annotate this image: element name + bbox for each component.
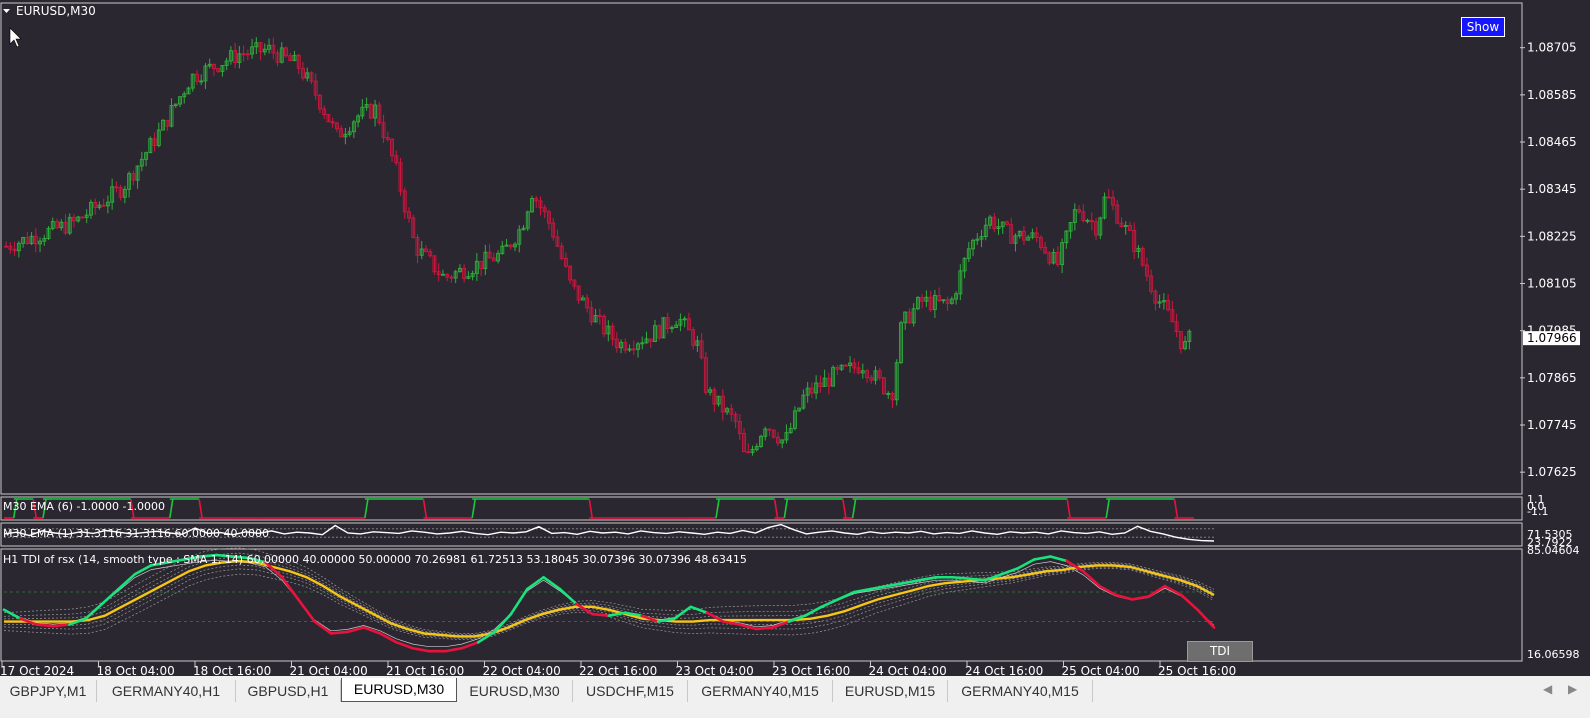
tdi-rsx-segment (591, 612, 611, 617)
time-tick-label: 21 Oct 16:00 (386, 664, 464, 676)
tab-gbpjpy-m1[interactable]: GBPJPY,M1 (0, 680, 97, 702)
time-tick-label: 24 Oct 16:00 (965, 664, 1043, 676)
chart-title: EURUSD,M30 (16, 4, 96, 18)
time-tick-label: 21 Oct 04:00 (290, 664, 368, 676)
tab-gbpusd-h1[interactable]: GBPUSD,H1 (236, 680, 341, 702)
price-tick-label: 1.07865 (1527, 371, 1577, 385)
ema6-tick-label: -1.1 (1527, 505, 1548, 518)
tab-germany40-h1[interactable]: GERMANY40,H1 (97, 680, 236, 702)
tdi-rsx-segment (35, 623, 55, 628)
tdi-tick-label: 85.04604 (1527, 544, 1580, 557)
price-tick-label: 1.08465 (1527, 135, 1577, 149)
tab-eurusd-m15[interactable]: EURUSD,M15 (833, 680, 948, 702)
time-tick-label: 24 Oct 04:00 (869, 664, 947, 676)
time-tick-label: 22 Oct 16:00 (579, 664, 657, 676)
tab-eurusd-m30[interactable]: EURUSD,M30 (457, 680, 573, 702)
current-price-label: 1.07966 (1527, 331, 1577, 345)
tdi-rsx-segment (329, 630, 349, 635)
time-tick-label: 17 Oct 2024 (0, 664, 74, 676)
tdi-button[interactable]: TDI (1187, 641, 1253, 662)
time-tick-label: 25 Oct 04:00 (1062, 664, 1140, 676)
show-button[interactable]: Show (1461, 17, 1505, 37)
tab-germany40-m15-2[interactable]: GERMANY40,M15 (948, 680, 1093, 702)
time-tick-label: 18 Oct 16:00 (193, 664, 271, 676)
time-tick-label: 18 Oct 04:00 (97, 664, 175, 676)
ema6-title: M30 EMA (6) -1.0000 -1.0000 (3, 500, 165, 513)
tab-scroll-right-icon[interactable]: ▶ (1568, 682, 1577, 696)
price-tick-label: 1.08585 (1527, 88, 1577, 102)
tdi-rsx-segment (951, 575, 971, 581)
tdi-rsx-segment (51, 623, 71, 628)
price-tick-label: 1.08705 (1527, 41, 1577, 55)
time-tick-label: 23 Oct 04:00 (676, 664, 754, 676)
tab-usdchf-m15[interactable]: USDCHF,M15 (573, 680, 688, 702)
time-tick-label: 22 Oct 04:00 (483, 664, 561, 676)
price-tick-label: 1.08225 (1527, 229, 1577, 243)
ema1-title: M30 EMA (1) 31.3116 31.3116 60.0000 40.0… (3, 527, 269, 540)
tab-scroll-left-icon[interactable]: ◀ (1543, 682, 1552, 696)
price-tick-label: 1.07625 (1527, 465, 1577, 479)
tdi-rsx-segment (754, 626, 774, 631)
tdi-title: H1 TDI of rsx (14, smooth type : SMA 1, … (3, 553, 747, 566)
chart-area[interactable]: 1.08705 1.08585 1.08465 1.08345 1.08225 1.081… (0, 0, 1590, 676)
tdi-tick-label: 16.06598 (1527, 648, 1580, 661)
time-tick-label: 25 Oct 16:00 (1158, 664, 1236, 676)
time-tick-label: 23 Oct 16:00 (772, 664, 850, 676)
price-tick-label: 1.08105 (1527, 277, 1577, 291)
tdi-rsx-segment (967, 577, 987, 582)
price-tick-label: 1.08345 (1527, 182, 1577, 196)
chart-tab-bar: GBPJPY,M1 GERMANY40,H1 GBPUSD,H1 EURUSD,… (0, 676, 1590, 718)
price-tick-label: 1.07745 (1527, 418, 1577, 432)
tab-germany40-m15[interactable]: GERMANY40,M15 (688, 680, 833, 702)
tab-eurusd-m30-active[interactable]: EURUSD,M30 (341, 678, 457, 702)
